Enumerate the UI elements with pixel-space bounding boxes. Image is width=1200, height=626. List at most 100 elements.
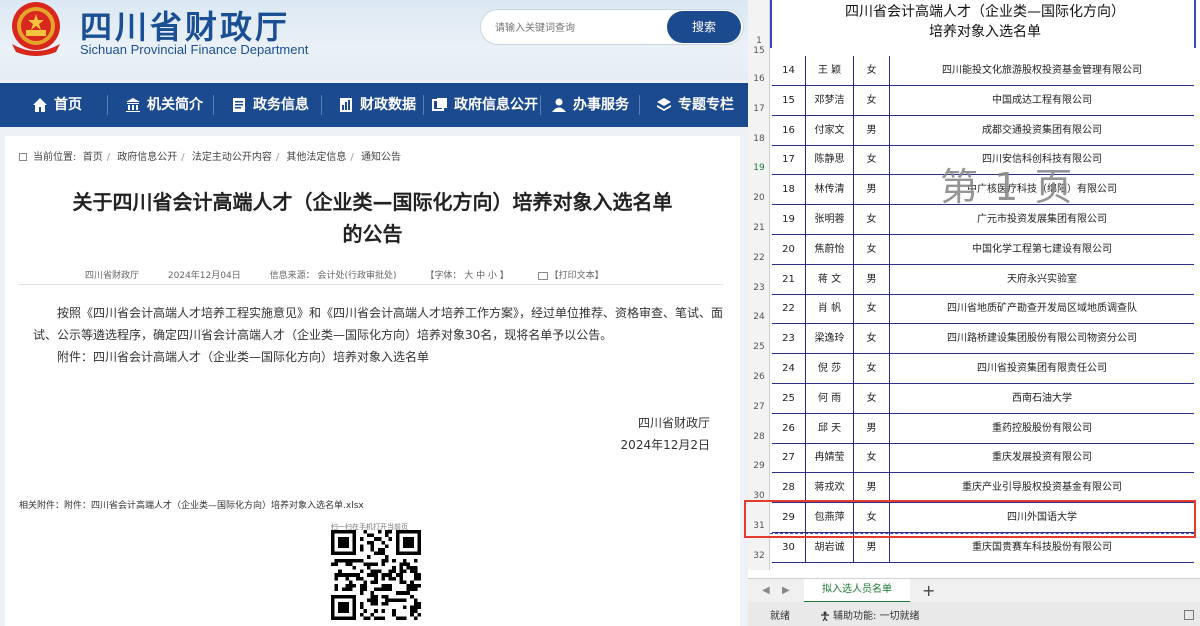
organization-cell[interactable]: 四川省地质矿产勘查开发局区域地质调查队 — [890, 294, 1194, 323]
row-number[interactable]: 32 — [748, 551, 770, 561]
organization-cell[interactable]: 四川路桥建设集团股份有限公司物资分公司 — [890, 324, 1194, 353]
organization-cell[interactable]: 重庆发展投资有限公司 — [890, 443, 1194, 472]
row-number[interactable]: 27 — [748, 402, 770, 412]
gender-cell[interactable]: 女 — [854, 85, 890, 115]
row-number[interactable]: 23 — [748, 283, 770, 293]
row-number-cell[interactable]: 28 — [772, 473, 806, 503]
organization-cell[interactable]: 中国化学工程第七建设有限公司 — [890, 235, 1194, 264]
row-number-cell[interactable]: 25 — [772, 383, 806, 413]
table-row[interactable]: 28 蒋戎欢男重庆产业引导股权投资基金有限公司 — [772, 473, 1194, 504]
gender-cell[interactable]: 男 — [854, 264, 890, 294]
row-number[interactable]: 26 — [748, 372, 770, 382]
name-cell[interactable]: 邓梦洁 — [806, 85, 854, 115]
nav-item-gov-info[interactable]: 政务信息 — [231, 83, 309, 127]
table-row[interactable]: 16 付家文男成都交通投资集团有限公司 — [772, 115, 1194, 146]
sheet-tab-candidates[interactable]: 拟入选人员名单 — [804, 579, 910, 603]
table-row[interactable]: 21 蒋 文男天府永兴实验室 — [772, 264, 1194, 295]
organization-cell[interactable]: 四川省投资集团有限责任公司 — [890, 354, 1194, 383]
name-cell[interactable]: 肖 帆 — [806, 294, 854, 324]
table-row[interactable]: 15 邓梦洁女中国成达工程有限公司 — [772, 85, 1194, 116]
view-mode-icon[interactable] — [1184, 610, 1194, 620]
table-row[interactable]: 27 冉婧莹女重庆发展投资有限公司 — [772, 443, 1194, 474]
name-cell[interactable]: 王 颖 — [806, 56, 854, 85]
tab-prev-icon[interactable]: ◀ — [762, 585, 770, 596]
row-number-cell[interactable]: 19 — [772, 205, 806, 234]
row-number-cell[interactable]: 21 — [772, 264, 806, 294]
nav-item-services[interactable]: 办事服务 — [551, 83, 629, 127]
name-cell[interactable]: 陈静思 — [806, 145, 854, 175]
row-number[interactable]: 21 — [748, 223, 770, 233]
name-cell[interactable]: 邱 天 — [806, 413, 854, 443]
gender-cell[interactable]: 女 — [854, 383, 890, 413]
row-number-cell[interactable]: 27 — [772, 443, 806, 473]
row-number[interactable]: 1 — [748, 36, 770, 46]
gender-cell[interactable]: 女 — [854, 324, 890, 354]
row-number-cell[interactable]: 20 — [772, 234, 806, 264]
row-number-cell[interactable]: 14 — [772, 56, 806, 85]
gender-cell[interactable]: 女 — [854, 145, 890, 175]
breadcrumb-item-notice[interactable]: 通知公告 — [361, 152, 401, 163]
name-cell[interactable]: 张明蓉 — [806, 205, 854, 234]
gender-cell[interactable]: 女 — [854, 294, 890, 324]
attachment-link[interactable]: 相关附件：附件：四川省会计高端人才（企业类—国际化方向）培养对象入选名单.xls… — [19, 498, 364, 511]
gender-cell[interactable]: 女 — [854, 354, 890, 383]
breadcrumb-item-statutory[interactable]: 法定主动公开内容 — [192, 152, 272, 163]
nav-item-finance-data[interactable]: 财政数据 — [338, 83, 416, 127]
name-cell[interactable]: 付家文 — [806, 115, 854, 145]
name-cell[interactable]: 倪 莎 — [806, 354, 854, 383]
breadcrumb-item-gov-public[interactable]: 政府信息公开 — [117, 152, 177, 163]
name-cell[interactable]: 何 雨 — [806, 383, 854, 413]
row-number[interactable]: 29 — [748, 461, 770, 471]
print-link[interactable]: 【打印文本】 — [537, 271, 630, 281]
table-row[interactable]: 22 肖 帆女四川省地质矿产勘查开发局区域地质调查队 — [772, 294, 1194, 325]
organization-cell[interactable]: 重药控股股份有限公司 — [890, 414, 1194, 443]
organization-cell[interactable]: 天府永兴实验室 — [890, 265, 1194, 294]
row-number[interactable]: 19 — [748, 163, 770, 173]
organization-cell[interactable]: 中国成达工程有限公司 — [890, 86, 1194, 115]
table-row[interactable]: 23 梁逸玲女四川路桥建设集团股份有限公司物资分公司 — [772, 324, 1194, 355]
row-number[interactable]: 18 — [748, 134, 770, 144]
organization-cell[interactable]: 西南石油大学 — [890, 384, 1194, 413]
gender-cell[interactable]: 男 — [854, 175, 890, 205]
table-row[interactable]: 24 倪 莎女四川省投资集团有限责任公司 — [772, 354, 1194, 384]
gender-cell[interactable]: 女 — [854, 205, 890, 234]
nav-item-topics[interactable]: 专题专栏 — [656, 83, 734, 127]
row-number-cell[interactable]: 16 — [772, 115, 806, 145]
table-row[interactable]: 20 焦蔚怡女中国化学工程第七建设有限公司 — [772, 234, 1194, 265]
row-number[interactable]: 25 — [748, 342, 770, 352]
gender-cell[interactable]: 男 — [854, 413, 890, 443]
name-cell[interactable]: 林传清 — [806, 175, 854, 205]
row-number[interactable]: 28 — [748, 432, 770, 442]
gender-cell[interactable]: 男 — [854, 473, 890, 503]
row-number[interactable]: 17 — [748, 104, 770, 114]
name-cell[interactable]: 蒋 文 — [806, 264, 854, 294]
organization-cell[interactable]: 重庆产业引导股权投资基金有限公司 — [890, 473, 1194, 502]
gender-cell[interactable]: 男 — [854, 115, 890, 145]
search-input[interactable] — [495, 18, 655, 38]
organization-cell[interactable]: 成都交通投资集团有限公司 — [890, 116, 1194, 145]
nav-item-public-info[interactable]: 政府信息公开 — [432, 83, 538, 127]
table-row[interactable]: 25 何 雨女西南石油大学 — [772, 383, 1194, 414]
name-cell[interactable]: 蒋戎欢 — [806, 473, 854, 503]
row-number[interactable]: 24 — [748, 312, 770, 322]
gender-cell[interactable]: 女 — [854, 443, 890, 473]
table-row[interactable]: 14 王 颖女四川能投文化旅游股权投资基金管理有限公司 — [772, 56, 1194, 86]
organization-cell[interactable]: 四川能投文化旅游股权投资基金管理有限公司 — [890, 56, 1194, 85]
name-cell[interactable]: 冉婧莹 — [806, 443, 854, 473]
name-cell[interactable]: 梁逸玲 — [806, 324, 854, 354]
gender-cell[interactable]: 女 — [854, 234, 890, 264]
table-row[interactable]: 26 邱 天男重药控股股份有限公司 — [772, 413, 1194, 444]
row-number-cell[interactable]: 22 — [772, 294, 806, 324]
row-number[interactable]: 22 — [748, 253, 770, 263]
row-number[interactable]: 16 — [748, 74, 770, 84]
row-number[interactable]: 20 — [748, 193, 770, 203]
add-sheet-button[interactable]: + — [922, 581, 935, 600]
search-button[interactable]: 搜索 — [667, 11, 741, 43]
row-number-cell[interactable]: 26 — [772, 413, 806, 443]
name-cell[interactable]: 焦蔚怡 — [806, 234, 854, 264]
row-number-cell[interactable]: 17 — [772, 145, 806, 175]
gender-cell[interactable]: 女 — [854, 56, 890, 85]
font-size-selector[interactable]: 【字体： 大 中 小 】 — [425, 271, 508, 281]
row-number-cell[interactable]: 23 — [772, 324, 806, 354]
accessibility-status[interactable]: 辅助功能: 一切就绪 — [820, 607, 920, 622]
